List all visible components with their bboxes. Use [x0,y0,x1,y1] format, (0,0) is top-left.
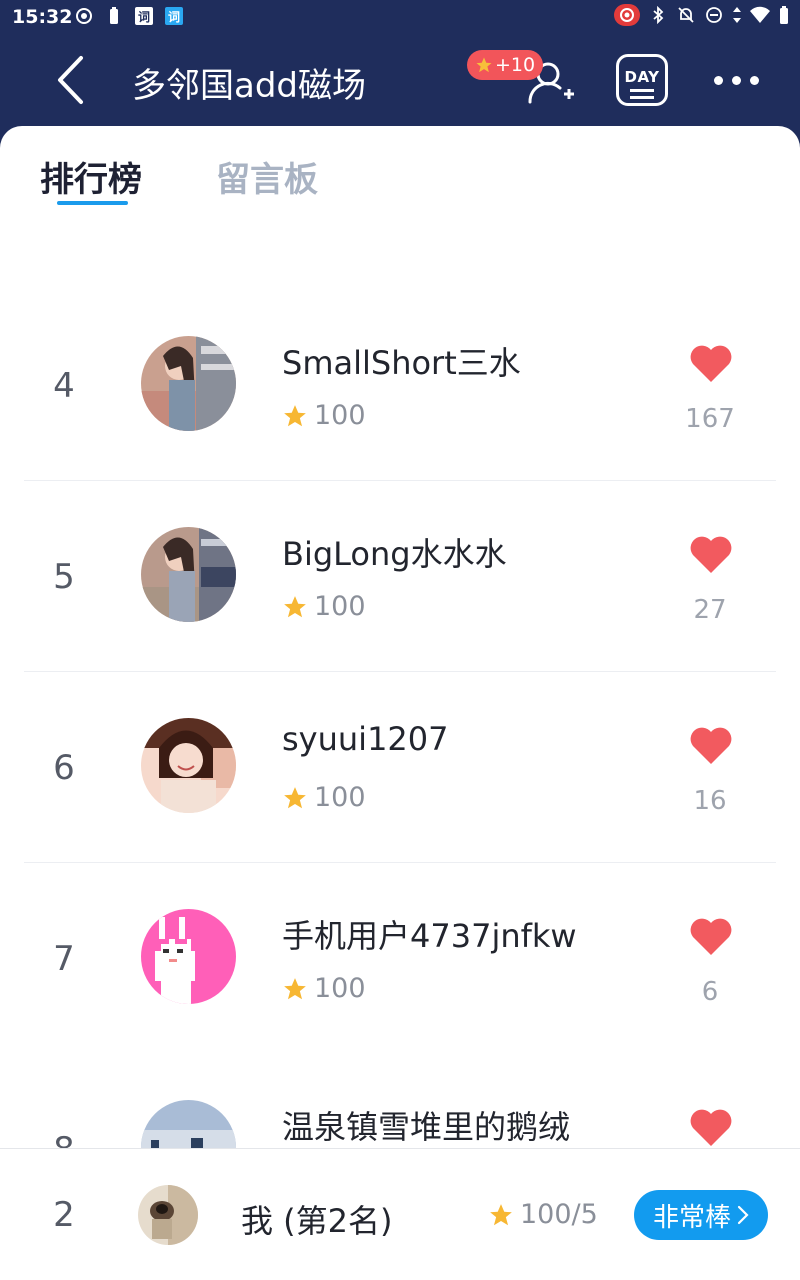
star-icon [284,404,306,426]
page-title: 多邻国add磁场 [132,66,366,106]
user-name: 温泉镇雪堆里的鹅绒 [282,1108,571,1146]
user-stars: 100 [282,973,366,1004]
my-avatar[interactable] [138,1185,198,1245]
user-name: syuui1207 [282,720,449,758]
great-job-button[interactable]: 非常棒 [634,1190,768,1240]
my-rank-number: 2 [53,1195,75,1235]
chevron-right-icon [737,1205,749,1225]
svg-text:词: 词 [168,10,180,24]
heart-icon[interactable] [688,1106,734,1148]
leaderboard-row[interactable]: 6 syuui1207 100 16 [0,672,800,863]
heart-icon[interactable] [688,533,734,575]
rank-number: 7 [53,939,75,979]
screen-record-icon [614,4,640,26]
dnd-icon [704,5,724,25]
star-count: 100 [314,400,366,431]
data-icon [732,5,742,25]
day-label: DAY [624,67,660,86]
rank-number: 4 [53,366,75,406]
active-tab-indicator [57,201,128,205]
like-count: 6 [701,977,719,1007]
user-stars: 100 [282,782,366,813]
girl-street-avatar [141,527,236,622]
star-icon [284,786,306,808]
cartoon-llama-avatar [141,909,236,1004]
cup-photo-avatar [138,1185,198,1245]
smiling-girl-avatar [141,718,236,813]
leaderboard-list: 4 SmallShort三水 100 167 5 BigLong水水水 100 … [0,290,800,1245]
daily-button[interactable]: DAY [616,54,668,106]
more-options-button[interactable] [706,62,766,98]
great-job-label: 非常棒 [652,1202,731,1233]
star-count: 100 [314,782,366,813]
like-count: 27 [693,595,727,625]
leaderboard-row[interactable]: 5 BigLong水水水 100 27 [0,481,800,672]
back-button[interactable] [48,52,92,108]
calendar-lines-icon [630,88,654,92]
user-avatar[interactable] [141,718,236,813]
user-stars: 100 [282,591,366,622]
dict-app-icon: 词 [134,6,154,26]
heart-icon[interactable] [688,915,734,957]
tab-message-board[interactable]: 留言板 [216,152,318,201]
leaderboard-row[interactable]: 7 手机用户4737jnfkw 100 6 [0,863,800,1054]
app-header: 多邻国add磁场 +10 DAY [0,34,800,126]
like-count: 167 [685,404,735,434]
user-avatar[interactable] [141,909,236,1004]
wifi-icon [750,5,770,25]
star-icon [284,595,306,617]
battery-icon [778,5,790,25]
heart-icon[interactable] [688,724,734,766]
my-star-count: 100/5 [520,1199,598,1230]
mute-icon [676,5,696,25]
user-name: SmallShort三水 [282,344,521,382]
user-avatar[interactable] [141,336,236,431]
record-icon [74,6,94,26]
rank-number: 6 [53,748,75,788]
my-rank-bar: 2 我 (第2名) 100/5 非常棒 [0,1148,800,1280]
leaderboard-row[interactable]: 4 SmallShort三水 100 167 [0,290,800,481]
status-time: 15:32 [12,6,73,28]
user-name: BigLong水水水 [282,535,507,573]
user-stars: 100 [282,400,366,431]
tab-bar: 排行榜 留言板 [0,126,800,216]
bluetooth-icon [648,5,668,25]
content-card: 排行榜 留言板 4 SmallShort三水 100 167 5 BigLong… [0,126,800,1280]
tab-leaderboard[interactable]: 排行榜 [40,152,142,201]
star-icon [476,57,492,73]
star-icon [284,977,306,999]
user-avatar[interactable] [141,527,236,622]
star-icon [490,1203,512,1225]
dict-app-blue-icon: 词 [164,6,184,26]
user-name: 手机用户4737jnfkw [282,917,577,955]
star-count: 100 [314,973,366,1004]
status-bar: 15:32 词 词 [0,0,800,34]
my-rank-label: 我 (第2名) [241,1202,393,1240]
girl-street-avatar [141,336,236,431]
svg-text:词: 词 [138,10,150,24]
back-arrow-icon [58,56,83,104]
heart-icon[interactable] [688,342,734,384]
points-badge: +10 [467,50,543,80]
star-count: 100 [314,591,366,622]
like-count: 16 [693,786,727,816]
points-badge-value: +10 [494,54,536,76]
battery-saver-icon [104,6,124,26]
my-stars: 100/5 [488,1199,598,1230]
more-dots-icon [713,75,723,85]
rank-number: 5 [53,557,75,597]
